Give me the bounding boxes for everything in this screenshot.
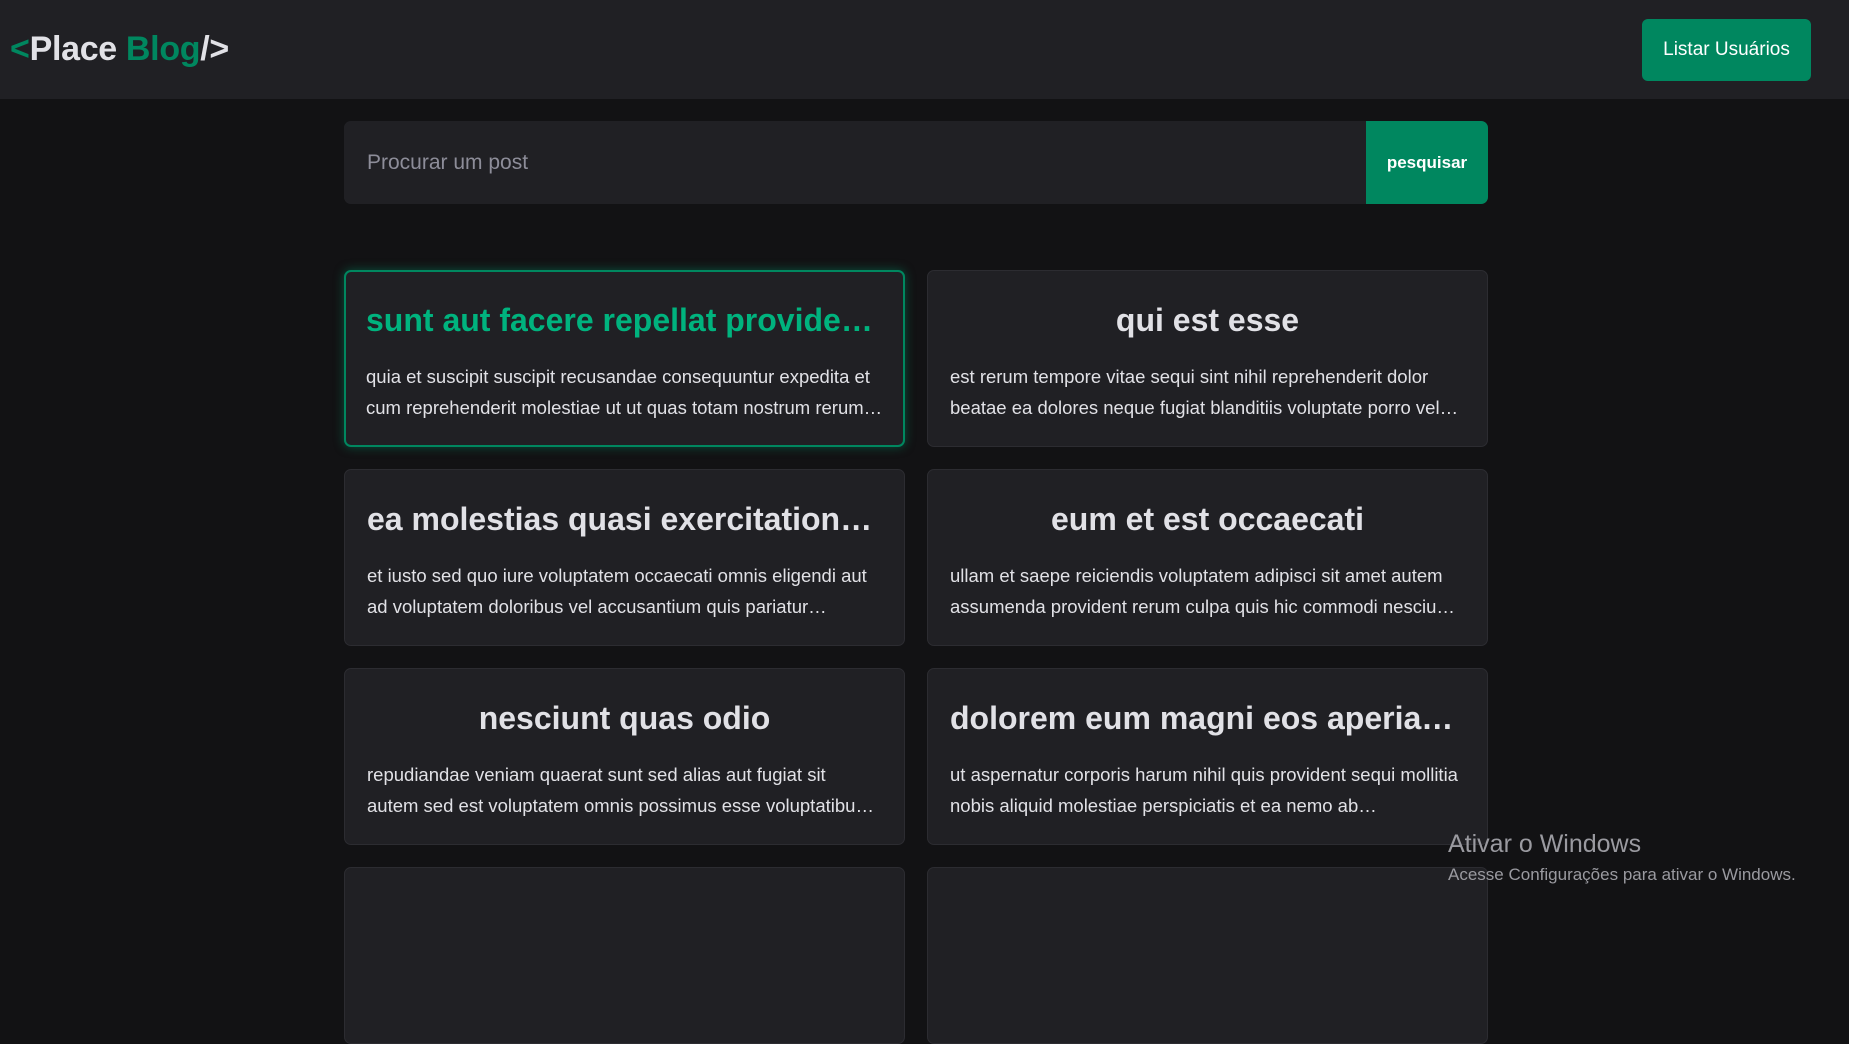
logo-word-blog: Blog (125, 30, 201, 68)
post-body: quia et suscipit suscipit recusandae con… (366, 366, 870, 418)
post-card[interactable] (344, 867, 905, 1044)
post-body: ullam et saepe reiciendis voluptatem adi… (950, 565, 1452, 617)
post-card[interactable]: dolorem eum magni eos aperiam quia ut as… (927, 668, 1488, 845)
list-users-button[interactable]: Listar Usuários (1642, 18, 1811, 81)
search-input[interactable] (344, 121, 1366, 204)
post-body: ut aspernatur corporis harum nihil quis … (950, 764, 1458, 816)
post-card[interactable] (927, 867, 1488, 1044)
search-form: pesquisar (344, 121, 1488, 204)
post-title: qui est esse (1115, 302, 1300, 338)
post-title: nesciunt quas odio (478, 700, 771, 736)
posts-grid: sunt aut facere repellat provident occae… (344, 270, 1488, 1044)
post-card[interactable]: qui est esse est rerum tempore vitae seq… (927, 270, 1488, 447)
post-body: et iusto sed quo iure voluptatem occaeca… (367, 565, 867, 617)
watermark-subtitle: Acesse Configurações para ativar o Windo… (1448, 865, 1796, 884)
post-card[interactable]: eum et est occaecati ullam et saepe reic… (927, 469, 1488, 646)
watermark-title: Ativar o Windows (1448, 830, 1642, 858)
logo-close-bracket: /> (200, 30, 229, 68)
logo-open-bracket: < (10, 30, 30, 68)
top-nav: < Place Blog /> Listar Usuários (0, 0, 1849, 99)
blog-logo[interactable]: < Place Blog /> (10, 30, 229, 69)
post-title: ea molestias quasi exercitationem repell… (367, 501, 882, 537)
post-body: repudiandae veniam quaerat sunt sed alia… (367, 764, 865, 816)
post-card[interactable]: sunt aut facere repellat provident occae… (344, 270, 905, 447)
post-body: est rerum tempore vitae sequi sint nihil… (950, 366, 1440, 418)
post-title: eum et est occaecati (1050, 501, 1365, 537)
post-title: dolorem eum magni eos aperiam quia (950, 700, 1465, 736)
search-button[interactable]: pesquisar (1366, 121, 1488, 204)
logo-word-place: Place (29, 30, 118, 68)
windows-activation-watermark: Ativar o Windows Acesse Configurações pa… (1448, 829, 1796, 887)
post-card[interactable]: ea molestias quasi exercitationem repell… (344, 469, 905, 646)
post-card[interactable]: nesciunt quas odio repudiandae veniam qu… (344, 668, 905, 845)
post-title: sunt aut facere repellat provident occae… (366, 302, 883, 338)
